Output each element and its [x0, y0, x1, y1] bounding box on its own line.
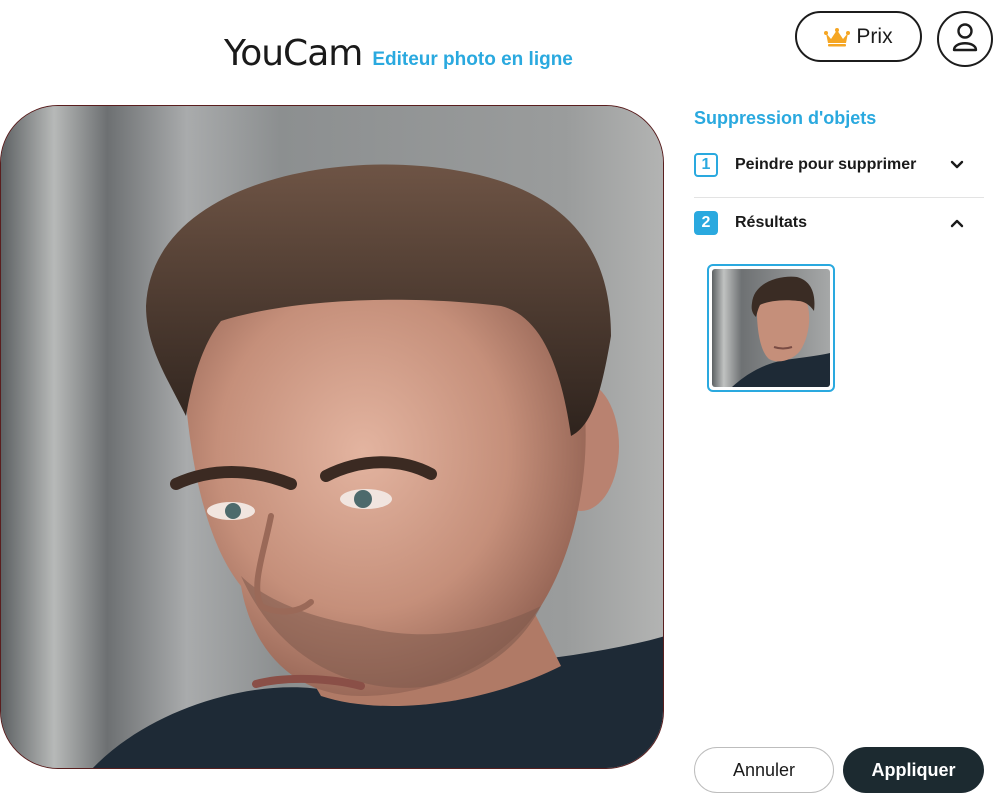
divider: [694, 197, 984, 198]
step-number: 1: [694, 153, 718, 177]
brand-header: YouCam Editeur photo en ligne: [224, 34, 573, 74]
user-icon: [951, 22, 979, 57]
brand-subtitle: Editeur photo en ligne: [372, 49, 573, 70]
brand-logo[interactable]: YouCam: [224, 34, 363, 74]
apply-button[interactable]: Appliquer: [843, 747, 984, 793]
step-results[interactable]: 2 Résultats: [694, 207, 984, 239]
step-label: Résultats: [735, 214, 808, 231]
pricing-button[interactable]: Prix: [795, 11, 922, 62]
photo-canvas[interactable]: [0, 105, 664, 769]
cancel-button[interactable]: Annuler: [694, 747, 834, 793]
result-preview-image: [712, 269, 830, 387]
portrait-photo: [1, 106, 663, 768]
chevron-up-icon[interactable]: [946, 218, 968, 228]
editor-page: YouCam Editeur photo en ligne Prix Suppr…: [0, 0, 1000, 800]
result-thumbnail[interactable]: [707, 264, 835, 392]
account-button[interactable]: [937, 11, 993, 67]
panel-title: Suppression d'objets: [694, 108, 877, 128]
step-label: Peindre pour supprimer: [735, 156, 917, 173]
pricing-label: Prix: [856, 24, 893, 48]
step-number: 2: [694, 211, 718, 235]
chevron-down-icon[interactable]: [946, 160, 968, 170]
crown-icon: [824, 27, 851, 47]
step-paint-to-remove[interactable]: 1 Peindre pour supprimer: [694, 149, 984, 181]
